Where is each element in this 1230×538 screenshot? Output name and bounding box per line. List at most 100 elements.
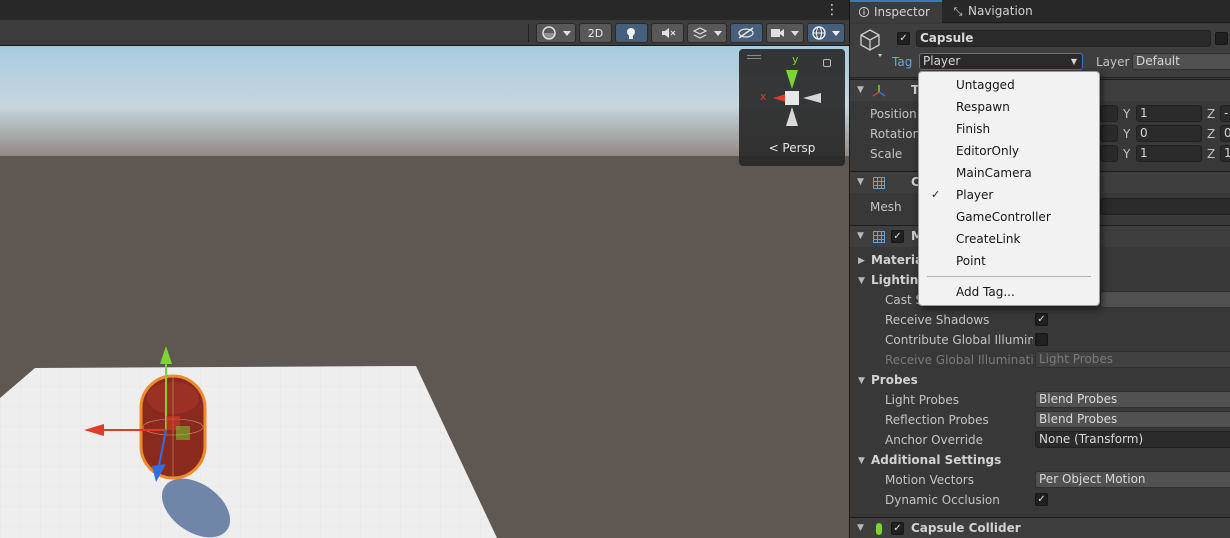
- menu-item-add-tag[interactable]: Add Tag...: [919, 281, 1099, 303]
- mesh-grid-icon: [873, 177, 885, 189]
- mesh-label: Mesh: [870, 200, 902, 214]
- gizmo-globe-icon: [812, 26, 840, 40]
- menu-item-label: MainCamera: [956, 166, 1032, 180]
- info-icon: 🛈: [858, 6, 870, 19]
- menu-item-maincamera[interactable]: MainCamera: [919, 162, 1099, 184]
- additional-settings-foldout[interactable]: Additional Settings: [871, 453, 1001, 467]
- scale-y-field[interactable]: 1: [1136, 145, 1202, 162]
- rotation-x-field[interactable]: [1100, 125, 1118, 142]
- shading-mode-button[interactable]: [536, 23, 576, 43]
- layer-value: Default: [1136, 54, 1180, 68]
- position-z-field[interactable]: -: [1220, 105, 1230, 122]
- scene-view[interactable]: ⋮ 2D y x < Persp: [0, 0, 849, 538]
- eye-hidden-icon: [738, 27, 754, 39]
- navigation-icon: ⤡: [953, 5, 963, 18]
- receive-gi-label: Receive Global Illumination: [885, 353, 1033, 367]
- mesh-renderer-enabled-checkbox[interactable]: ✓: [891, 230, 904, 243]
- audio-mute-icon: [662, 28, 676, 38]
- collapse-arrow-icon[interactable]: ▼: [857, 523, 864, 533]
- scale-label: Scale: [870, 147, 903, 161]
- position-y-label[interactable]: Y: [1123, 107, 1130, 121]
- lighting-toggle-button[interactable]: [615, 23, 648, 43]
- lightbulb-icon: [627, 28, 635, 39]
- gameobject-header: ✓ Capsule Tag Player ▼ Layer Default: [850, 24, 1230, 78]
- probes-foldout[interactable]: Probes: [871, 373, 918, 387]
- tab-navigation[interactable]: ⤡ Navigation: [944, 0, 1054, 23]
- reflection-probes-dropdown[interactable]: Blend Probes: [1035, 411, 1230, 428]
- camera-icon: [771, 29, 799, 37]
- mesh-renderer-icon: [873, 231, 885, 243]
- audio-toggle-button[interactable]: [651, 23, 684, 43]
- menu-item-respawn[interactable]: Respawn: [919, 96, 1099, 118]
- anchor-override-field[interactable]: None (Transform): [1035, 431, 1230, 448]
- cast-shadows-dropdown[interactable]: [1100, 291, 1230, 308]
- rotation-label: Rotation: [870, 127, 921, 141]
- menu-item-untagged[interactable]: Untagged: [919, 74, 1099, 96]
- inspector-tab-bar: 🛈 Inspector ⤡ Navigation: [850, 0, 1230, 23]
- cube-icon[interactable]: [858, 28, 882, 58]
- position-y-field[interactable]: 1: [1136, 105, 1202, 122]
- collapse-arrow-icon[interactable]: ▼: [857, 85, 864, 95]
- projection-toggle[interactable]: < Persp: [739, 141, 845, 155]
- receive-shadows-checkbox[interactable]: ✓: [1035, 313, 1048, 326]
- menu-item-player[interactable]: ✓ Player: [919, 184, 1099, 206]
- orientation-gizmo[interactable]: y x < Persp: [739, 49, 845, 166]
- gizmos-button[interactable]: [807, 23, 845, 43]
- collapse-arrow-icon[interactable]: ▼: [857, 231, 864, 241]
- menu-item-finish[interactable]: Finish: [919, 118, 1099, 140]
- active-checkbox[interactable]: ✓: [897, 32, 910, 45]
- menu-item-createlink[interactable]: CreateLink: [919, 228, 1099, 250]
- collapse-arrow-icon[interactable]: ▼: [858, 456, 865, 466]
- menu-item-editoronly[interactable]: EditorOnly: [919, 140, 1099, 162]
- more-options-icon[interactable]: ⋮: [825, 2, 839, 18]
- scale-y-label[interactable]: Y: [1123, 147, 1130, 161]
- menu-item-label: CreateLink: [956, 232, 1021, 246]
- layer-dropdown[interactable]: Default: [1132, 53, 1230, 70]
- scale-x-field[interactable]: [1100, 145, 1118, 162]
- receive-shadows-label: Receive Shadows: [885, 313, 990, 327]
- tab-inspector[interactable]: 🛈 Inspector: [850, 0, 942, 23]
- scale-z-field[interactable]: 1: [1220, 145, 1230, 162]
- menu-item-gamecontroller[interactable]: GameController: [919, 206, 1099, 228]
- expand-arrow-icon[interactable]: ▶: [858, 256, 865, 266]
- gameobject-name-field[interactable]: Capsule: [916, 30, 1211, 47]
- position-label: Position: [870, 107, 917, 121]
- tag-value: Player: [923, 54, 961, 68]
- motion-vectors-dropdown[interactable]: Per Object Motion: [1035, 471, 1230, 488]
- tab-navigation-label: Navigation: [968, 4, 1033, 18]
- rotation-y-field[interactable]: 0: [1136, 125, 1202, 142]
- collapse-arrow-icon[interactable]: ▼: [857, 177, 864, 187]
- collapse-arrow-icon[interactable]: ▼: [858, 376, 865, 386]
- scene-visibility-button[interactable]: [730, 23, 763, 43]
- position-x-field[interactable]: [1100, 105, 1118, 122]
- toggle-2d-button[interactable]: 2D: [579, 23, 612, 43]
- effects-dropdown-button[interactable]: [687, 23, 727, 43]
- mesh-field[interactable]: [1100, 198, 1230, 215]
- contribute-gi-checkbox[interactable]: [1035, 333, 1048, 346]
- capsule-collider-enabled-checkbox[interactable]: ✓: [891, 522, 904, 535]
- gizmo-x-label: x: [760, 90, 767, 103]
- collapse-arrow-icon[interactable]: ▼: [858, 276, 865, 286]
- transform-axes-icon: [872, 85, 886, 97]
- rotation-z-label[interactable]: Z: [1207, 127, 1215, 141]
- layer-label: Layer: [1096, 55, 1130, 69]
- checkmark-icon: ✓: [931, 188, 941, 201]
- static-checkbox[interactable]: [1215, 32, 1228, 45]
- contribute-gi-label: Contribute Global Illuminat: [885, 333, 1033, 347]
- tag-label: Tag: [892, 55, 913, 69]
- receive-gi-dropdown: Light Probes: [1035, 351, 1230, 368]
- dynamic-occlusion-checkbox[interactable]: ✓: [1035, 493, 1048, 506]
- light-probes-dropdown[interactable]: Blend Probes: [1035, 391, 1230, 408]
- camera-settings-button[interactable]: [766, 23, 804, 43]
- tag-dropdown-menu: Untagged Respawn Finish EditorOnly MainC…: [918, 71, 1100, 306]
- rotation-y-label[interactable]: Y: [1123, 127, 1130, 141]
- scene-viewport[interactable]: [0, 46, 849, 538]
- tag-dropdown[interactable]: Player ▼: [919, 53, 1083, 70]
- menu-item-label: GameController: [956, 210, 1051, 224]
- menu-item-point[interactable]: Point: [919, 250, 1099, 272]
- shading-sphere-icon: [542, 26, 571, 40]
- position-z-label[interactable]: Z: [1207, 107, 1215, 121]
- scale-z-label[interactable]: Z: [1207, 147, 1215, 161]
- capsule-collider-header[interactable]: ▼ ✓ Capsule Collider: [850, 517, 1230, 538]
- rotation-z-field[interactable]: 0: [1220, 125, 1230, 142]
